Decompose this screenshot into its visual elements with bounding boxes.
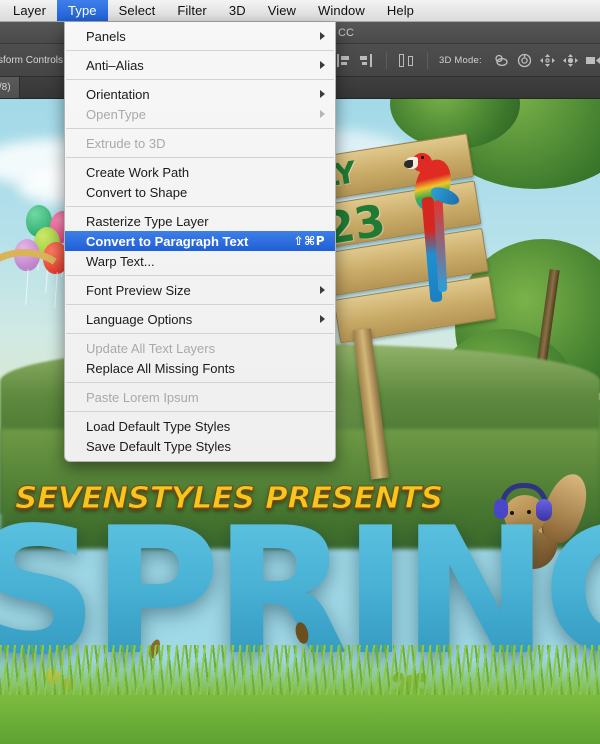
orbit-3d-icon[interactable] (493, 53, 510, 68)
menu-item-label: Anti–Alias (86, 57, 144, 73)
menu-item-paste-lorem-ipsum: Paste Lorem Ipsum (65, 387, 335, 407)
toolbar-separator (386, 51, 387, 69)
menu-item-label: Replace All Missing Fonts (86, 360, 235, 376)
menu-item-label: Rasterize Type Layer (86, 213, 209, 229)
menu-item-label: OpenType (86, 106, 146, 122)
menu-separator (66, 206, 334, 207)
menu-item-load-default-type-styles[interactable]: Load Default Type Styles (65, 416, 335, 436)
align-right-edges-icon[interactable] (359, 53, 375, 68)
menubar-item-view[interactable]: View (257, 0, 307, 21)
menu-item-label: Language Options (86, 311, 193, 327)
roll-3d-icon[interactable] (516, 53, 533, 68)
three-d-mode-label: 3D Mode: (439, 54, 482, 66)
menu-item-rasterize-type-layer[interactable]: Rasterize Type Layer (65, 211, 335, 231)
menu-item-label: Save Default Type Styles (86, 438, 232, 454)
submenu-arrow-icon (320, 315, 325, 323)
camera-3d-icon[interactable] (585, 53, 600, 68)
pan-3d-icon[interactable] (539, 53, 556, 68)
menubar-item-3d[interactable]: 3D (218, 0, 257, 21)
menu-separator (66, 382, 334, 383)
type-dropdown-menu[interactable]: Panels Anti–Alias Orientation OpenType Extru… (64, 22, 336, 462)
menu-item-orientation[interactable]: Orientation (65, 84, 335, 104)
menu-item-convert-to-paragraph-text[interactable]: Convert to Paragraph Text ⇧⌘P (65, 231, 335, 251)
grass-layer (0, 645, 600, 744)
menu-item-replace-all-missing-fonts[interactable]: Replace All Missing Fonts (65, 358, 335, 378)
toolbar-separator (427, 51, 428, 69)
photoshop-window: LY 23 SEVENSTYLES PRESENTS SPRIN CC sfor… (0, 0, 600, 744)
menu-item-label: Update All Text Layers (86, 340, 216, 356)
menu-item-label: Paste Lorem Ipsum (86, 389, 199, 405)
menu-item-create-work-path[interactable]: Create Work Path (65, 162, 335, 182)
show-transform-controls-label: sform Controls (0, 54, 64, 66)
menu-item-save-default-type-styles[interactable]: Save Default Type Styles (65, 436, 335, 456)
menu-item-opentype: OpenType (65, 104, 335, 124)
menu-bar[interactable]: Layer Type Select Filter 3D View Window Help (0, 0, 600, 22)
menu-item-shortcut: ⇧⌘P (293, 234, 325, 248)
menu-item-language-options[interactable]: Language Options (65, 309, 335, 329)
menubar-item-select[interactable]: Select (108, 0, 167, 21)
menubar-item-window[interactable]: Window (307, 0, 376, 21)
slide-3d-icon[interactable] (562, 53, 579, 68)
menu-item-label: Font Preview Size (86, 282, 191, 298)
options-icon-group: 3D Mode: (337, 51, 600, 69)
menu-separator (66, 333, 334, 334)
submenu-arrow-icon (320, 61, 325, 69)
menu-separator (66, 275, 334, 276)
submenu-arrow-icon (320, 110, 325, 118)
submenu-arrow-icon (320, 90, 325, 98)
menu-item-panels[interactable]: Panels (65, 26, 335, 46)
submenu-arrow-icon (320, 286, 325, 294)
menu-item-label: Orientation (86, 86, 150, 102)
menubar-item-layer[interactable]: Layer (2, 0, 57, 21)
distribute-icon[interactable] (398, 53, 416, 68)
menu-separator (66, 411, 334, 412)
align-vertical-centers-icon[interactable] (337, 53, 353, 68)
headline-sevenstyles-presents: SEVENSTYLES PRESENTS (14, 481, 443, 517)
menu-item-label: Panels (86, 28, 126, 44)
parrot (404, 145, 478, 325)
menubar-item-type[interactable]: Type (57, 0, 108, 21)
menu-item-label: Extrude to 3D (86, 135, 166, 151)
document-tab[interactable]: CMYK/8) (0, 77, 20, 98)
menu-separator (66, 128, 334, 129)
menu-item-warp-text[interactable]: Warp Text... (65, 251, 335, 271)
submenu-arrow-icon (320, 32, 325, 40)
menu-item-anti-alias[interactable]: Anti–Alias (65, 55, 335, 75)
menu-item-label: Warp Text... (86, 253, 155, 269)
menu-separator (66, 157, 334, 158)
menu-item-label: Create Work Path (86, 164, 190, 180)
menu-separator (66, 50, 334, 51)
menu-item-label: Convert to Shape (86, 184, 188, 200)
menu-separator (66, 79, 334, 80)
menu-item-convert-to-shape[interactable]: Convert to Shape (65, 182, 335, 202)
menu-item-label: Convert to Paragraph Text (86, 233, 249, 249)
menu-item-update-all-text-layers: Update All Text Layers (65, 338, 335, 358)
menu-item-label: Load Default Type Styles (86, 418, 231, 434)
menu-item-font-preview-size[interactable]: Font Preview Size (65, 280, 335, 300)
menubar-item-help[interactable]: Help (376, 0, 425, 21)
menubar-item-filter[interactable]: Filter (166, 0, 218, 21)
menu-item-extrude-to-3d: Extrude to 3D (65, 133, 335, 153)
menu-separator (66, 304, 334, 305)
